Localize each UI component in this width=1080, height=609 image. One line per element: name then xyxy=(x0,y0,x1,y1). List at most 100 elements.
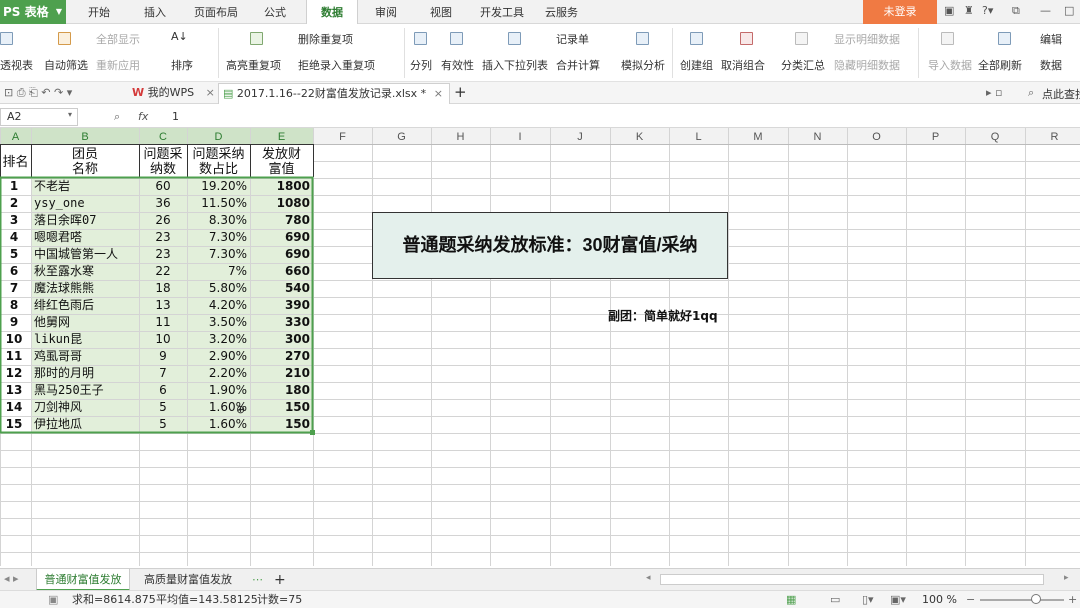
wealth-cell[interactable]: 150 xyxy=(285,400,310,414)
column-header-d[interactable]: D xyxy=(215,131,223,143)
count-cell[interactable]: 6 xyxy=(159,383,167,397)
name-cell[interactable]: 不老岩 xyxy=(34,178,70,193)
wealth-cell[interactable]: 210 xyxy=(285,366,310,380)
name-cell[interactable]: 他舅网 xyxy=(34,315,70,329)
percent-cell[interactable]: 11.50% xyxy=(201,196,247,210)
function-icon[interactable]: fx xyxy=(138,110,148,123)
column-header-q[interactable]: Q xyxy=(991,131,1000,143)
rank-cell[interactable]: 2 xyxy=(10,196,18,210)
rank-cell[interactable]: 7 xyxy=(10,281,18,295)
wealth-cell[interactable]: 780 xyxy=(285,213,310,227)
edit-button[interactable]: 编辑 xyxy=(1040,31,1062,47)
hide-detail-button[interactable]: 隐藏明细数据 xyxy=(834,57,900,73)
wealth-cell[interactable]: 270 xyxy=(285,349,310,363)
table-header-wealth[interactable]: 发放财 xyxy=(262,146,301,162)
column-header-k[interactable]: K xyxy=(636,131,644,143)
column-header-p[interactable]: P xyxy=(932,131,939,143)
pivot-table-button[interactable]: 透视表 xyxy=(0,57,33,73)
count-cell[interactable]: 23 xyxy=(155,230,170,244)
page-break-view-icon[interactable]: ▯▾ xyxy=(862,591,874,609)
table-header-pct[interactable]: 问题采纳 xyxy=(192,147,244,162)
minimize-icon[interactable]: — xyxy=(1040,4,1051,17)
percent-cell[interactable]: 1.90% xyxy=(209,383,247,397)
column-header-h[interactable]: H xyxy=(457,131,465,143)
show-all-button[interactable]: 全部显示 xyxy=(96,31,140,47)
rank-cell[interactable]: 8 xyxy=(10,298,18,312)
name-cell[interactable]: 嗯嗯君嗒 xyxy=(34,230,82,244)
column-header-n[interactable]: N xyxy=(814,131,822,143)
page-layout-view-icon[interactable]: ▭ xyxy=(830,591,840,609)
maximize-icon[interactable]: □ xyxy=(1064,4,1074,17)
search-icon[interactable]: ⌕ xyxy=(1028,86,1034,100)
count-cell[interactable]: 9 xyxy=(159,349,167,363)
rank-cell[interactable]: 1 xyxy=(10,179,18,193)
tab-dev-tools[interactable]: 开发工具 xyxy=(480,0,524,24)
wealth-cell[interactable]: 180 xyxy=(285,383,310,397)
rank-cell[interactable]: 5 xyxy=(10,247,18,261)
zoom-out-icon[interactable]: − xyxy=(966,591,975,609)
name-cell[interactable]: 秋至露水寒 xyxy=(34,263,94,278)
data-link-button[interactable]: 数据 xyxy=(1040,57,1062,73)
percent-cell[interactable]: 3.20% xyxy=(209,332,247,346)
name-cell[interactable]: 鸡虱哥哥 xyxy=(34,348,82,363)
sort-az-icon[interactable]: A↓ xyxy=(171,30,188,43)
reject-duplicates-button[interactable]: 拒绝录入重复项 xyxy=(298,57,375,73)
auto-filter-button[interactable]: 自动筛选 xyxy=(44,57,88,73)
name-box[interactable]: A2 xyxy=(0,108,78,126)
percent-cell[interactable]: 7.30% xyxy=(209,230,247,244)
column-header-m[interactable]: M xyxy=(753,131,762,143)
column-header-r[interactable]: R xyxy=(1051,131,1059,143)
sheet-tab-normal[interactable]: 普通财富值发放 xyxy=(36,569,130,591)
zoom-in-icon[interactable]: + xyxy=(1068,591,1077,609)
search-field[interactable]: 点此查找 xyxy=(1042,86,1080,102)
rank-cell[interactable]: 14 xyxy=(6,400,23,414)
count-cell[interactable]: 5 xyxy=(159,400,167,414)
new-tab-icon[interactable]: + xyxy=(454,83,467,101)
standard-banner[interactable]: 普通题采纳发放标准：30财富值/采纳 xyxy=(372,212,728,279)
column-header-i[interactable]: I xyxy=(518,131,521,143)
count-cell[interactable]: 18 xyxy=(155,281,170,295)
tab-view[interactable]: 视图 xyxy=(430,0,452,24)
percent-cell[interactable]: 7.30% xyxy=(209,247,247,261)
rank-cell[interactable]: 9 xyxy=(10,315,18,329)
percent-cell[interactable]: 1.60% xyxy=(209,417,247,431)
what-if-analysis-button[interactable]: 模拟分析 xyxy=(621,57,665,73)
shirt-icon[interactable]: ♜ xyxy=(964,4,974,17)
count-cell[interactable]: 13 xyxy=(155,298,170,312)
formula-input[interactable]: 1 xyxy=(172,110,179,123)
record-form-button[interactable]: 记录单 xyxy=(556,31,589,47)
wealth-cell[interactable]: 540 xyxy=(285,281,310,295)
column-header-f[interactable]: F xyxy=(339,131,346,143)
tab-tools-icons[interactable]: ▸ ▫ xyxy=(986,86,1002,99)
tab-page-layout[interactable]: 页面布局 xyxy=(194,0,238,24)
tab-start[interactable]: 开始 xyxy=(88,0,110,24)
sheet-nav-arrows[interactable]: ◂ ▸ xyxy=(4,572,19,585)
rank-cell[interactable]: 3 xyxy=(10,213,18,227)
help-icon[interactable]: ?▾ xyxy=(982,4,993,17)
name-cell[interactable]: 那时的月明 xyxy=(34,365,94,380)
count-cell[interactable]: 26 xyxy=(155,213,170,227)
percent-cell[interactable]: 8.30% xyxy=(209,213,247,227)
column-header-j[interactable]: J xyxy=(577,131,583,143)
rank-cell[interactable]: 13 xyxy=(6,383,23,397)
sheet-tab-high-quality[interactable]: 高质量财富值发放 xyxy=(144,569,232,591)
tab-home[interactable]: W 我的WPS × xyxy=(128,83,215,104)
zoom-level[interactable]: 100 % xyxy=(922,591,957,609)
wealth-cell[interactable]: 690 xyxy=(285,230,310,244)
count-cell[interactable]: 5 xyxy=(159,417,167,431)
count-cell[interactable]: 23 xyxy=(155,247,170,261)
restore-icon[interactable]: ⧉ xyxy=(1012,4,1020,18)
percent-cell[interactable]: 2.90% xyxy=(209,349,247,363)
percent-cell[interactable]: 3.50% xyxy=(209,315,247,329)
import-data-button[interactable]: 导入数据 xyxy=(928,57,972,73)
column-header-o[interactable]: O xyxy=(872,131,881,143)
name-cell[interactable]: 黑马250王子 xyxy=(34,383,104,397)
name-cell[interactable]: ysy_one xyxy=(34,196,85,210)
wealth-cell[interactable]: 1800 xyxy=(277,179,310,193)
percent-cell[interactable]: 2.20% xyxy=(209,366,247,380)
tab-formula[interactable]: 公式 xyxy=(264,0,286,24)
column-header-e[interactable]: E xyxy=(278,131,285,143)
column-header-g[interactable]: G xyxy=(397,131,406,143)
fill-handle[interactable] xyxy=(310,430,315,435)
wealth-cell[interactable]: 1080 xyxy=(277,196,310,210)
